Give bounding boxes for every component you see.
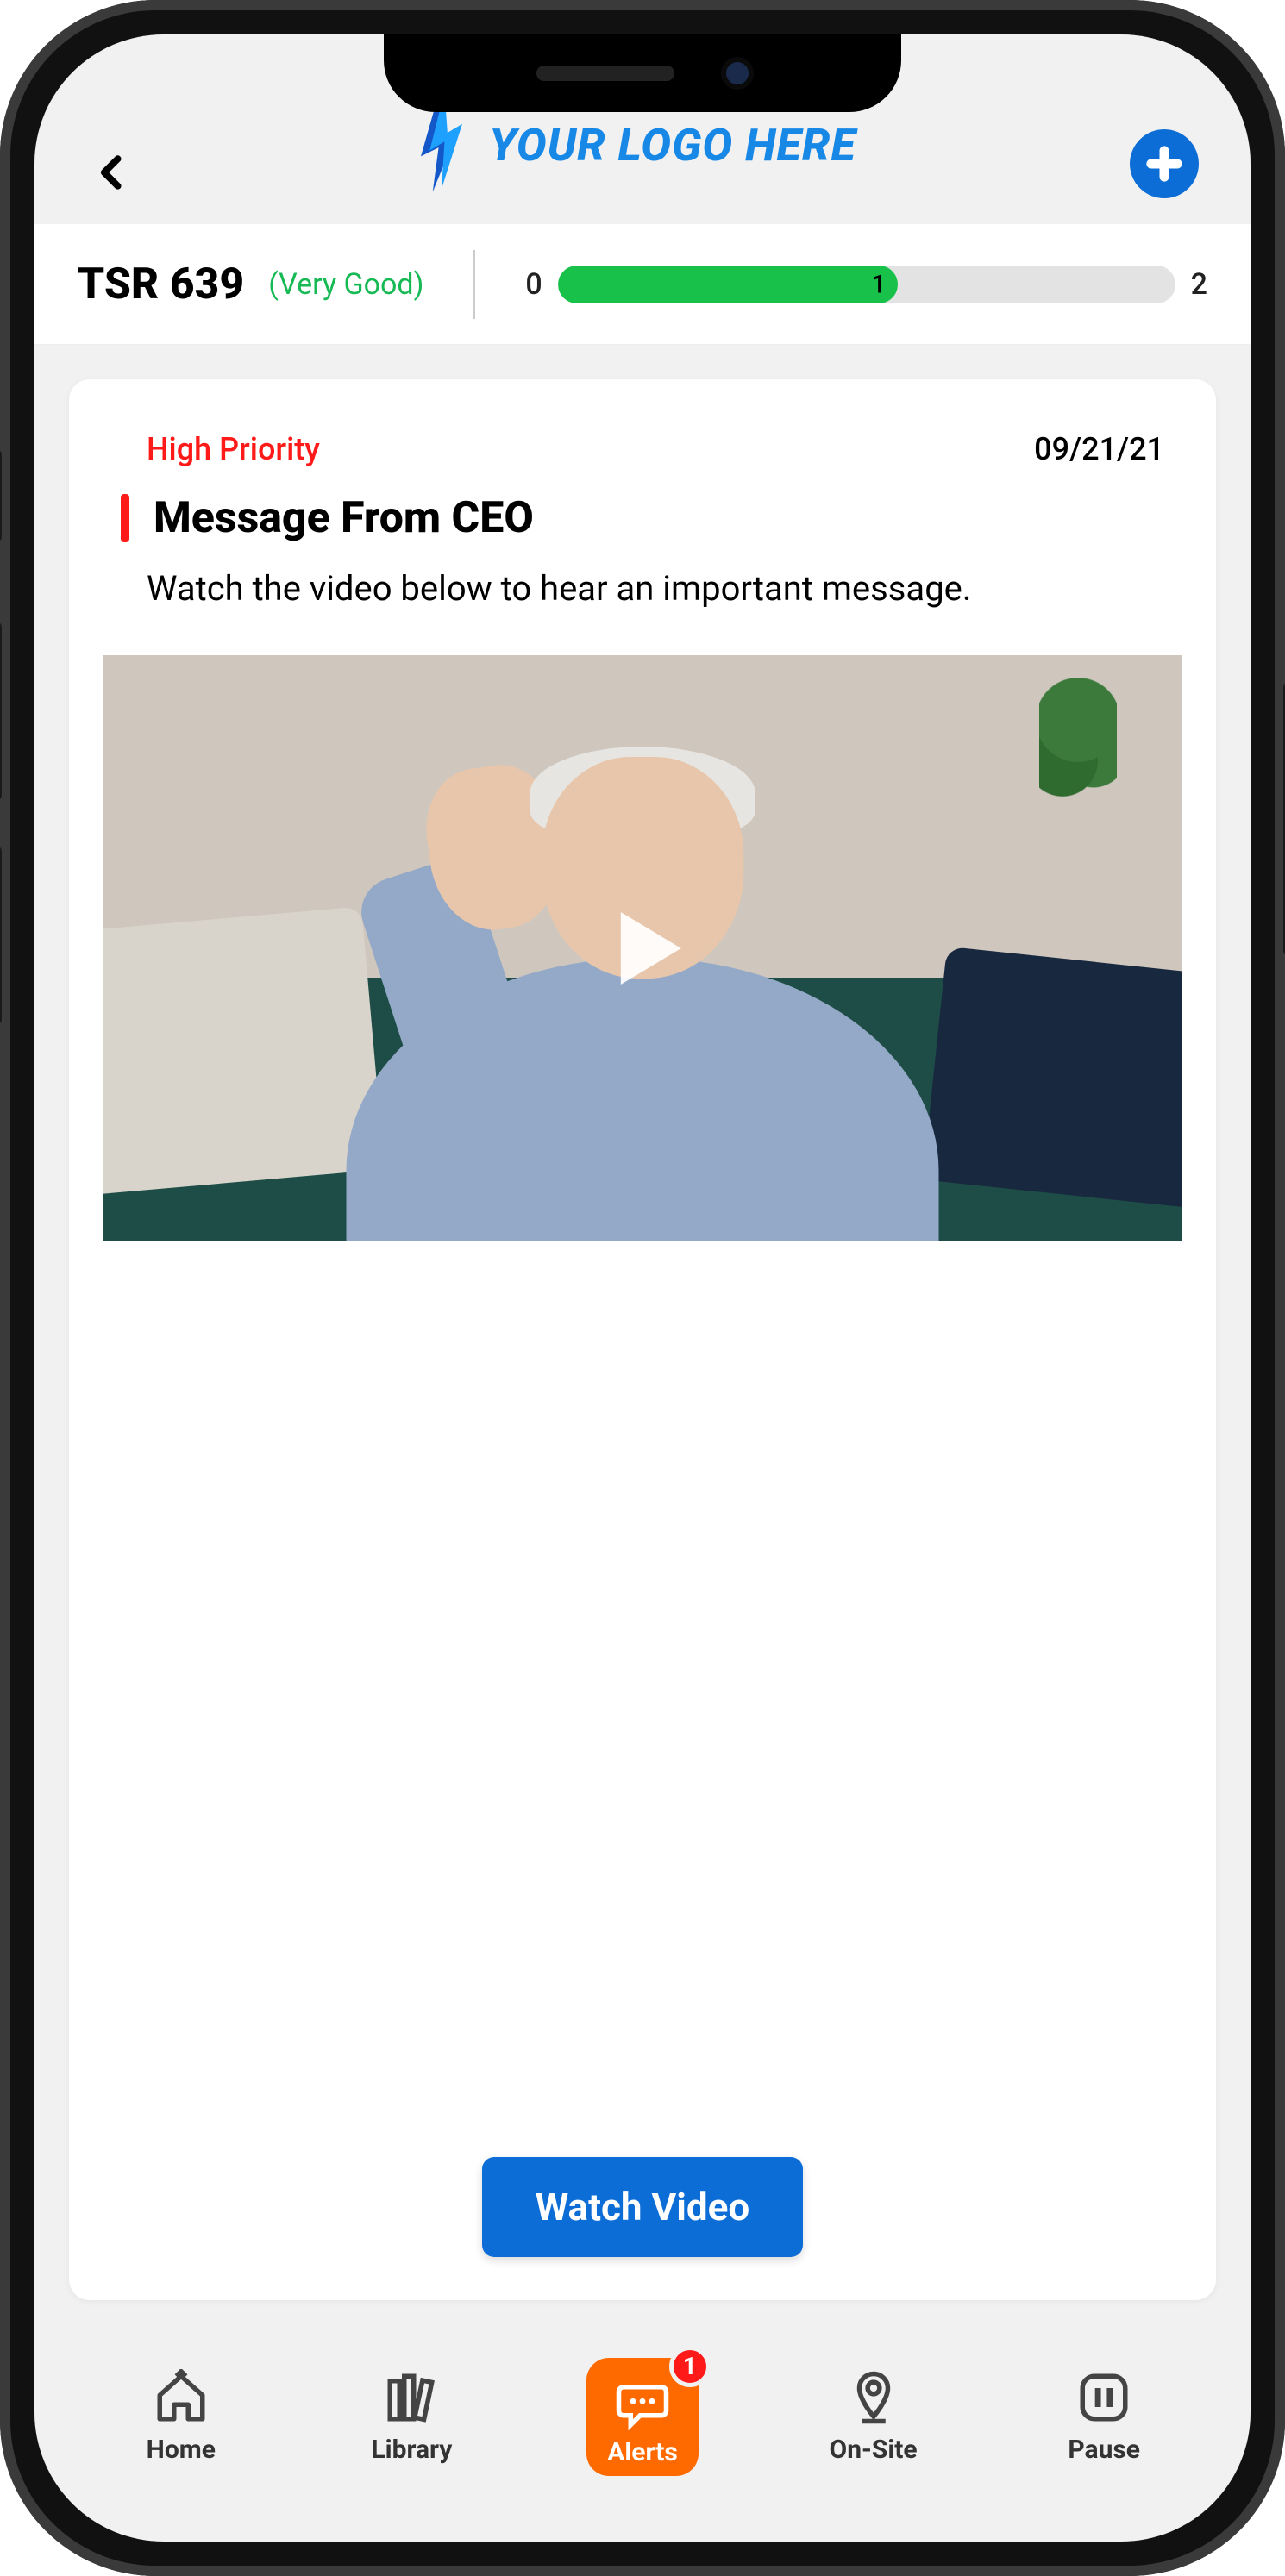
tab-label: Alerts: [607, 2437, 678, 2467]
gauge-fill: [558, 266, 898, 303]
divider: [473, 250, 475, 319]
tab-alerts[interactable]: 1 Alerts: [527, 2358, 758, 2476]
tsr-gauge: 0 1 2: [525, 266, 1207, 303]
tab-label: Pause: [1068, 2435, 1140, 2465]
tab-onsite[interactable]: On-Site: [758, 2369, 989, 2465]
card-meta-row: High Priority 09/21/21: [103, 431, 1182, 485]
phone-screen: YOUR LOGO HERE TSR 639 (Very Good) 0 1 2: [34, 34, 1251, 2542]
gauge-value: 1: [871, 269, 886, 299]
gauge-min: 0: [525, 267, 542, 302]
phone-speaker: [536, 66, 674, 81]
video-scene-cushion: [103, 906, 384, 1195]
tab-home[interactable]: Home: [66, 2369, 297, 2465]
priority-label: High Priority: [147, 431, 320, 467]
alert-title: Message From CEO: [154, 493, 534, 543]
gauge-track[interactable]: 1: [558, 266, 1175, 303]
plus-icon: [1145, 145, 1183, 183]
phone-mute-switch: [0, 448, 2, 543]
alert-date: 09/21/21: [1034, 431, 1164, 467]
back-button[interactable]: [86, 147, 138, 198]
phone-notch: [384, 34, 901, 112]
chevron-left-icon: [94, 154, 130, 191]
content-area: High Priority 09/21/21 Message From CEO …: [34, 345, 1251, 2335]
library-icon: [383, 2369, 440, 2426]
phone-volume-up: [0, 621, 2, 802]
tab-pause[interactable]: Pause: [988, 2369, 1219, 2465]
alerts-badge: 1: [669, 2346, 711, 2387]
alert-card: High Priority 09/21/21 Message From CEO …: [69, 379, 1216, 2300]
video-scene-plant: [1039, 678, 1117, 816]
play-icon: [582, 888, 703, 1009]
gauge-max: 2: [1191, 267, 1207, 302]
video-thumbnail[interactable]: [103, 655, 1182, 1241]
pause-icon: [1075, 2369, 1132, 2426]
tsr-bar: TSR 639 (Very Good) 0 1 2: [34, 224, 1251, 345]
tsr-score: TSR 639: [78, 259, 244, 309]
phone-camera: [726, 62, 749, 84]
phone-frame: YOUR LOGO HERE TSR 639 (Very Good) 0 1 2: [0, 0, 1285, 2576]
home-icon: [153, 2369, 210, 2426]
alert-body: Watch the video below to hear an importa…: [103, 566, 1182, 655]
video-scene-cushion: [922, 946, 1182, 1208]
watch-video-button[interactable]: Watch Video: [482, 2157, 804, 2257]
card-title-row: Message From CEO: [103, 485, 1182, 566]
tsr-rating: (Very Good): [268, 267, 423, 302]
location-pin-icon: [845, 2369, 902, 2426]
tab-label: Library: [371, 2435, 452, 2465]
logo-text: YOUR LOGO HERE: [489, 119, 856, 172]
tab-label: Home: [147, 2435, 216, 2465]
add-button[interactable]: [1130, 129, 1199, 198]
tab-label: On-Site: [830, 2435, 918, 2465]
phone-volume-down: [0, 845, 2, 1026]
priority-accent-bar: [121, 494, 129, 542]
tab-library[interactable]: Library: [297, 2369, 528, 2465]
tab-bar: Home Library 1: [34, 2335, 1251, 2542]
chat-bubble-icon: [614, 2375, 671, 2432]
